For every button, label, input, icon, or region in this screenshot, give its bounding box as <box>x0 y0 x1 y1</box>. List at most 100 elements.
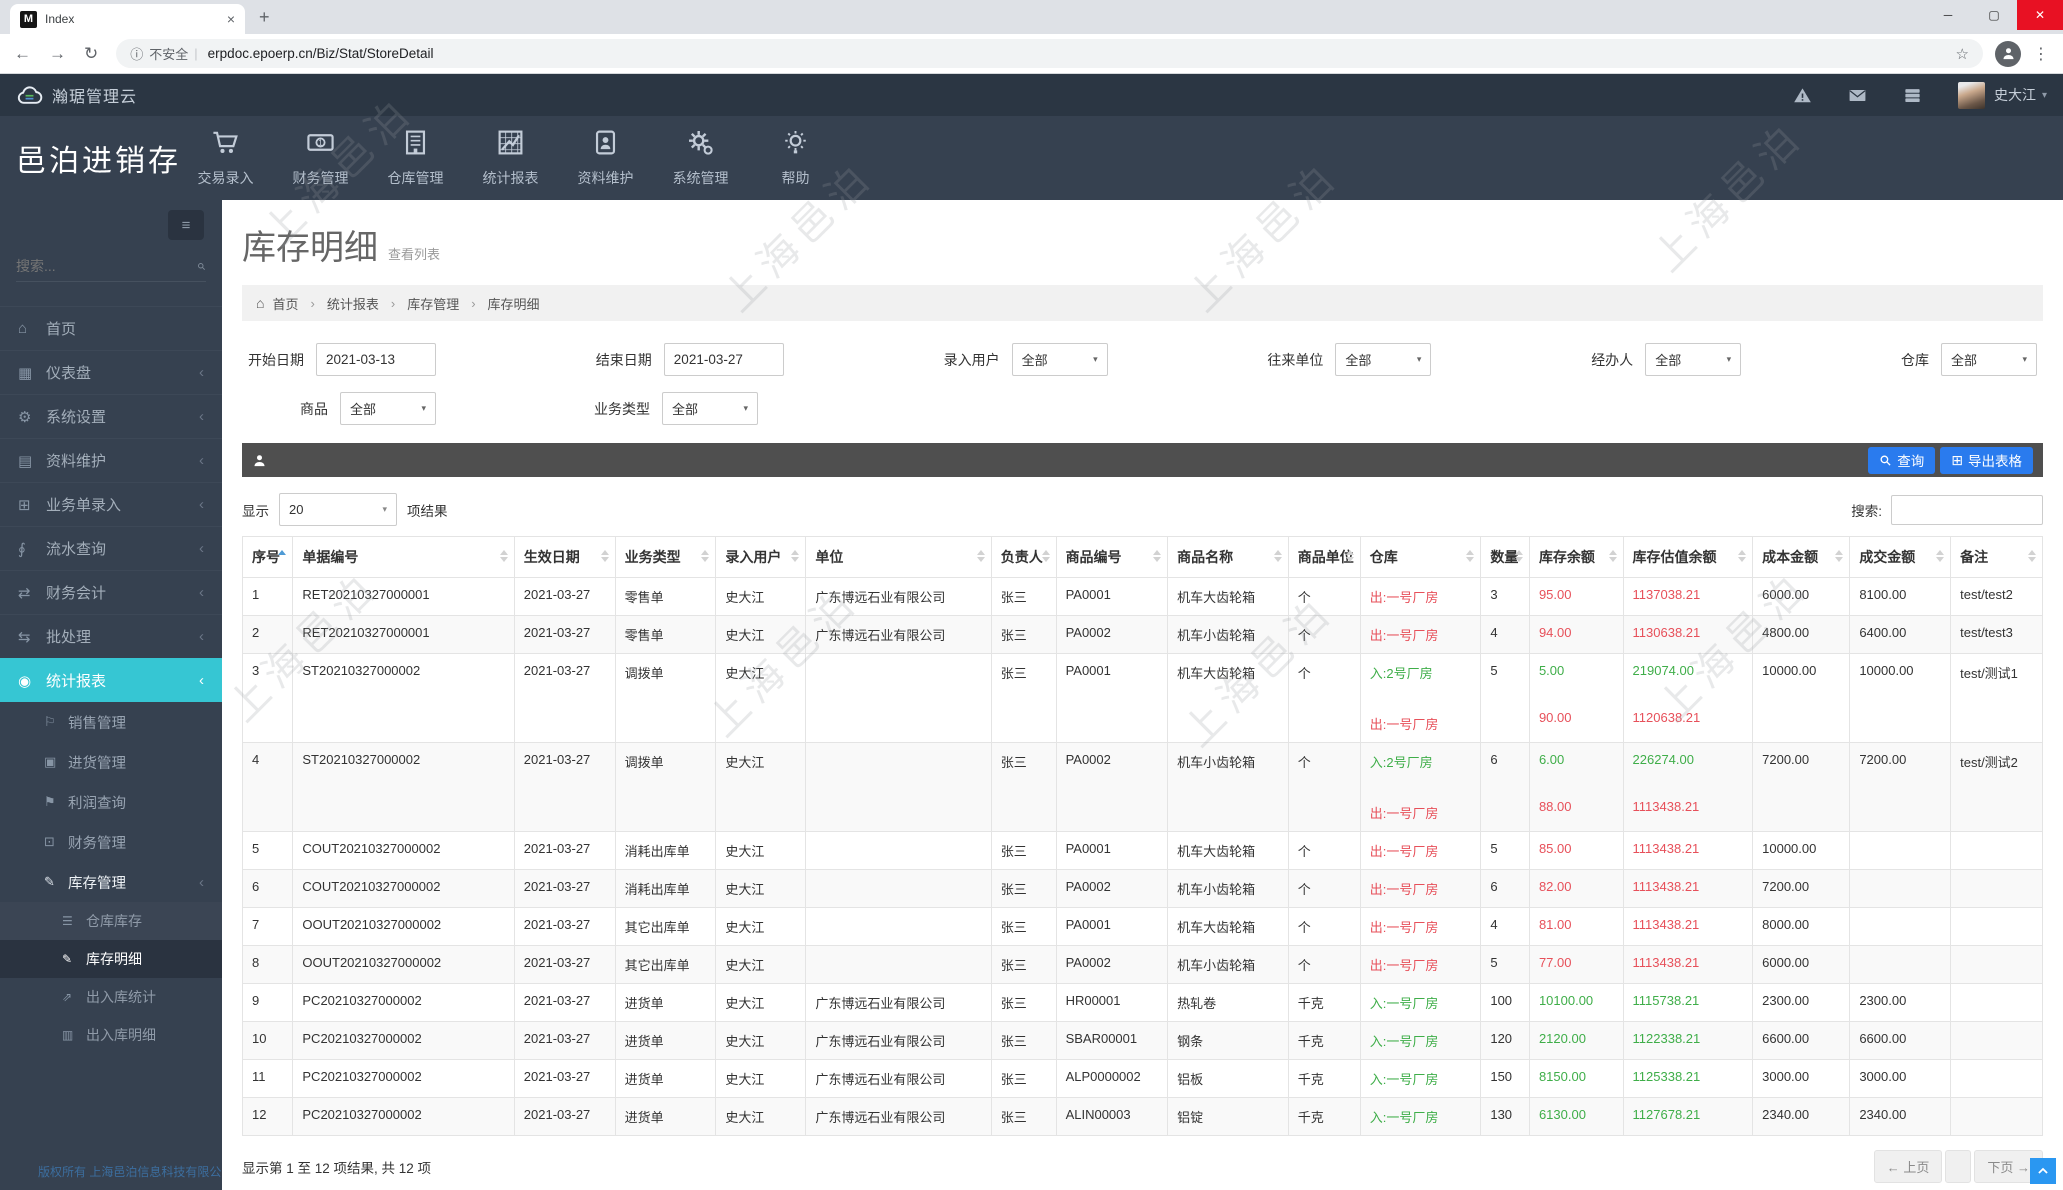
stack-value: 226274.00 <box>1632 752 1694 767</box>
column-header-6[interactable]: 负责人 <box>990 536 1057 578</box>
sidebar-item-system-settings[interactable]: ⚙ 系统设置 ‹ <box>0 394 222 438</box>
forward-icon[interactable]: → <box>49 44 66 64</box>
cell-unit: 千克 <box>1287 1059 1361 1098</box>
sidebar-item-batch-processing[interactable]: ⇆ 批处理 ‹ <box>0 614 222 658</box>
column-header-16[interactable]: 备注 <box>1950 536 2043 578</box>
cell-date: 2021-03-27 <box>513 831 616 870</box>
query-button[interactable]: 查询 <box>1868 446 1936 474</box>
breadcrumb-item-0[interactable]: 首页 <box>272 294 298 313</box>
stack-value: 77.00 <box>1538 955 1572 970</box>
column-header-0[interactable]: 序号 <box>241 536 294 578</box>
sidebar-item-data-maintenance[interactable]: ▤ 资料维护 ‹ <box>0 438 222 482</box>
table-search-input[interactable] <box>1891 494 2043 525</box>
cell-cost: 6600.00 <box>1752 1021 1851 1060</box>
sidebar-item-financial-accounting[interactable]: ⇄ 财务会计 ‹ <box>0 570 222 614</box>
prev-page-button[interactable]: ← 上页 <box>1873 1150 1943 1183</box>
sidebar-item-statistics-reports[interactable]: ◉ 统计报表 ‹ <box>0 658 222 702</box>
top-nav-transaction-entry[interactable]: 交易录入 <box>178 128 273 188</box>
sidebar-item-finance-management[interactable]: ⊡ 财务管理 <box>0 822 222 862</box>
filter-select-entry-user[interactable]: 全部 ▾ <box>1011 343 1108 376</box>
sidebar-item-stock-detail[interactable]: ✎ 库存明细 <box>0 940 222 978</box>
column-header-8[interactable]: 商品名称 <box>1167 536 1289 578</box>
bookmark-star-icon[interactable]: ☆ <box>1956 45 1969 63</box>
site-info-icon[interactable]: ⓘ <box>130 44 143 63</box>
top-nav-system-management[interactable]: 系统管理 <box>653 128 748 188</box>
cell-stack: 入:一号厂房 <box>1370 1069 1472 1088</box>
sidebar-item-home[interactable]: ⌂ 首页 <box>0 306 222 350</box>
column-header-4[interactable]: 录入用户 <box>715 536 807 578</box>
top-nav-help[interactable]: 帮助 <box>748 128 843 188</box>
user-menu-caret-icon[interactable]: ▾ <box>2042 90 2047 101</box>
top-nav-warehouse-management[interactable]: 仓库管理 <box>368 128 463 188</box>
stack-value: 出:一号厂房 <box>1369 628 1439 643</box>
user-name[interactable]: 史大江 <box>1994 85 2036 105</box>
breadcrumb-item-1[interactable]: 统计报表 <box>327 294 379 313</box>
browser-profile-avatar[interactable] <box>1995 40 2021 67</box>
brand-name: 瀚琚管理云 <box>52 89 138 106</box>
filter-input-start-date[interactable] <box>316 343 436 376</box>
sidebar-item-in-out-statistics[interactable]: ⇗ 出入库统计 <box>0 978 222 1016</box>
filter-select-product[interactable]: 全部 ▾ <box>340 392 436 425</box>
column-header-3[interactable]: 业务类型 <box>614 536 717 578</box>
new-tab-button[interactable]: + <box>259 7 270 28</box>
cart-icon-svg <box>211 128 240 157</box>
column-header-1[interactable]: 单据编号 <box>292 536 515 578</box>
sidebar-search-input[interactable] <box>16 258 197 274</box>
scroll-to-top-button[interactable] <box>2030 1158 2056 1184</box>
sidebar-item-purchase-management[interactable]: ▣ 进货管理 <box>0 742 222 782</box>
top-nav-finance-management[interactable]: 财务管理 <box>273 128 368 188</box>
browser-menu-icon[interactable]: ⋮ <box>2033 44 2049 64</box>
column-header-12[interactable]: 库存余额 <box>1528 536 1624 578</box>
top-nav-statistics-reports[interactable]: 统计报表 <box>463 128 558 188</box>
sidebar-item-business-entry[interactable]: ⊞ 业务单录入 ‹ <box>0 482 222 526</box>
sidebar-item-dashboard[interactable]: ▦ 仪表盘 ‹ <box>0 350 222 394</box>
column-header-5[interactable]: 单位 <box>805 536 992 578</box>
browser-tab[interactable]: M Index × <box>10 4 245 34</box>
column-header-10[interactable]: 仓库 <box>1359 536 1482 578</box>
tasks-icon[interactable] <box>1903 86 1922 105</box>
address-bar[interactable]: ⓘ 不安全 | erpdoc.epoerp.cn/Biz/Stat/StoreD… <box>116 39 1983 68</box>
user-avatar[interactable] <box>1957 81 1985 109</box>
page-size-select[interactable]: 20 ▾ <box>279 493 397 526</box>
back-icon[interactable]: ← <box>14 44 31 64</box>
cell-stock_balance: 95.00 <box>1528 577 1624 616</box>
column-header-7[interactable]: 商品编号 <box>1055 536 1169 578</box>
column-header-14[interactable]: 成本金额 <box>1752 536 1851 578</box>
stack-value: 1127678.21 <box>1632 1107 1701 1122</box>
export-table-button[interactable]: ⊞ 导出表格 <box>1940 446 2033 474</box>
select-value: 全部 <box>1950 353 1977 368</box>
sidebar-item-transaction-query[interactable]: ∮ 流水查询 ‹ <box>0 526 222 570</box>
window-minimize-button[interactable]: ─ <box>1925 0 1971 30</box>
filter-select-handler[interactable]: 全部 ▾ <box>1645 343 1742 376</box>
cell-entry_user: 史大江 <box>715 869 807 908</box>
crumb-separator-icon: › <box>310 295 315 311</box>
current-page-button[interactable] <box>1945 1150 1972 1183</box>
sidebar-item-profit-query[interactable]: ⚑ 利润查询 <box>0 782 222 822</box>
sidebar-item-inventory-management[interactable]: ✎ 库存管理 ‹ <box>0 862 222 902</box>
cell-stock_balance: 77.00 <box>1528 945 1624 984</box>
column-header-15[interactable]: 成交金额 <box>1849 536 1952 578</box>
breadcrumb-item-2[interactable]: 库存管理 <box>407 294 459 313</box>
select-value: 全部 <box>350 402 377 417</box>
column-header-11[interactable]: 数量 <box>1480 536 1530 578</box>
column-header-label: 单据编号 <box>302 549 359 565</box>
filter-select-biz-type[interactable]: 全部 ▾ <box>662 392 758 425</box>
table-row: 9 PC20210327000002 2021-03-27 进货单 史大江 广东博远石业有… <box>241 983 2043 1022</box>
column-header-2[interactable]: 生效日期 <box>513 536 616 578</box>
sidebar-item-in-out-detail[interactable]: ▥ 出入库明细 <box>0 1016 222 1054</box>
top-nav-data-maintenance[interactable]: 资料维护 <box>558 128 653 188</box>
alerts-icon[interactable] <box>1793 86 1812 105</box>
sidebar-toggle-icon[interactable]: ≡ <box>168 210 204 240</box>
window-close-button[interactable]: ✕ <box>2017 0 2063 30</box>
reload-icon[interactable]: ↻ <box>84 44 98 64</box>
filter-select-counterparty[interactable]: 全部 ▾ <box>1335 343 1432 376</box>
filter-select-warehouse[interactable]: 全部 ▾ <box>1940 343 2037 376</box>
column-header-13[interactable]: 库存估值余额 <box>1622 536 1754 578</box>
sidebar-item-warehouse-stock[interactable]: ☰ 仓库库存 <box>0 902 222 940</box>
column-header-9[interactable]: 商品单位 <box>1287 536 1361 578</box>
window-maximize-button[interactable]: ▢ <box>1971 0 2017 30</box>
messages-icon[interactable] <box>1848 86 1867 105</box>
filter-input-end-date[interactable] <box>663 343 784 376</box>
tab-close-icon[interactable]: × <box>227 11 235 27</box>
sidebar-item-sales-management[interactable]: ⚐ 销售管理 <box>0 702 222 742</box>
